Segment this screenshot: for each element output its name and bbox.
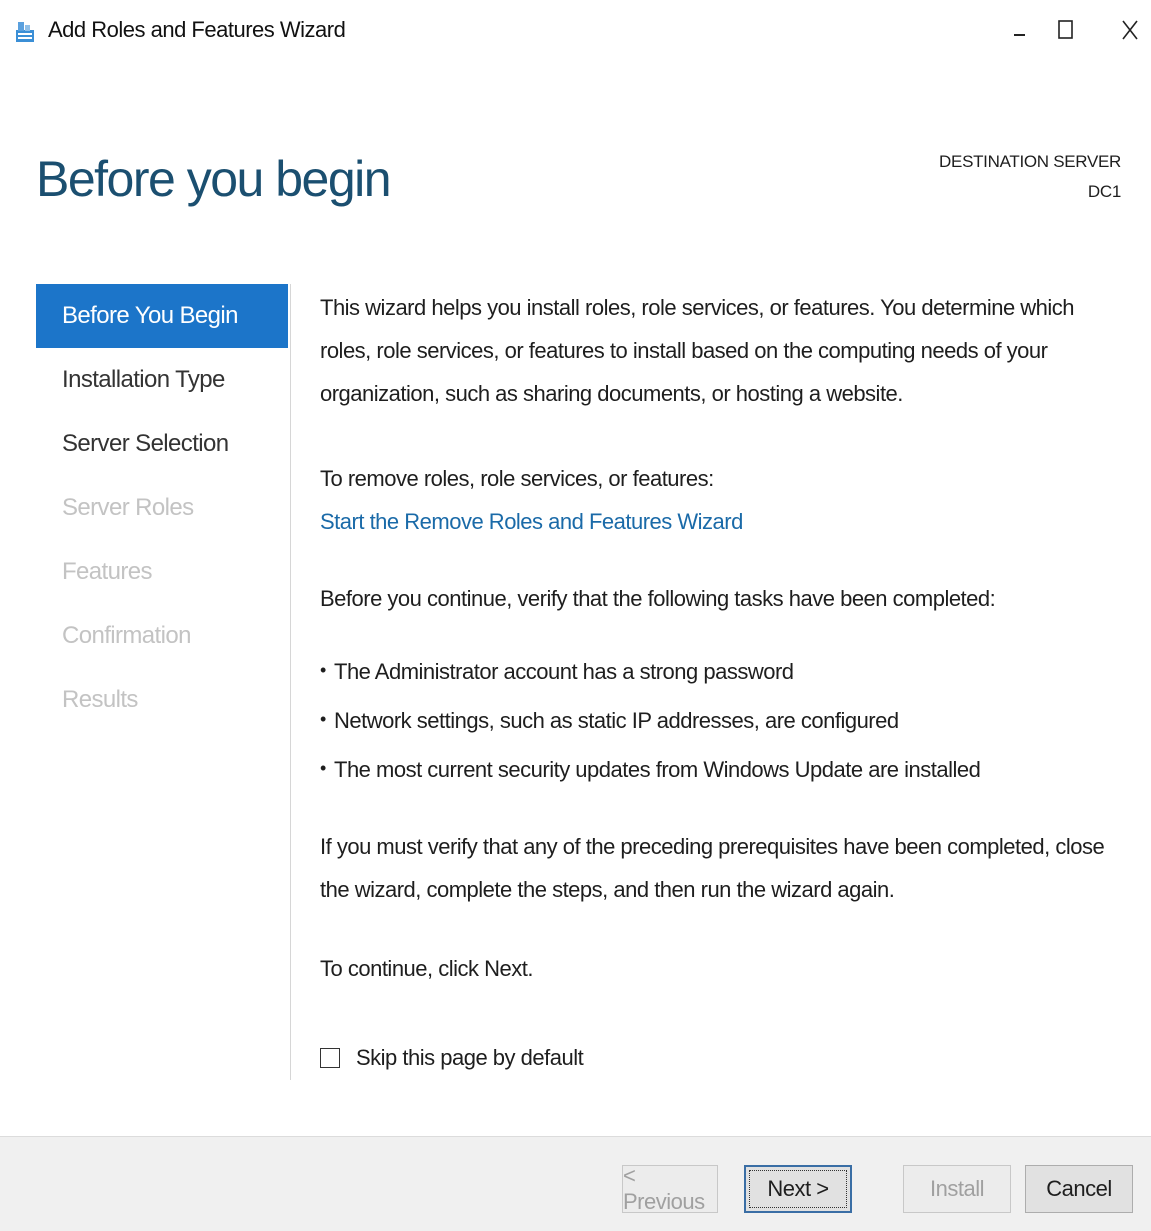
skip-page-label[interactable]: Skip this page by default — [356, 1045, 584, 1071]
maximize-icon — [1058, 20, 1073, 39]
destination-server: DESTINATION SERVER DC1 — [939, 147, 1121, 207]
prerequisite-list: The Administrator account has a strong p… — [320, 646, 1130, 794]
nav-item-before-you-begin[interactable]: Before You Begin — [36, 284, 288, 348]
remove-wizard-link[interactable]: Start the Remove Roles and Features Wiza… — [320, 500, 743, 543]
intro-text: This wizard helps you install roles, rol… — [320, 295, 1075, 406]
title-bar: Add Roles and Features Wizard — [0, 0, 1151, 64]
list-item: The Administrator account has a strong p… — [320, 646, 1130, 696]
minimize-icon — [1014, 34, 1025, 36]
close-button[interactable] — [1110, 10, 1150, 50]
list-item: The most current security updates from W… — [320, 744, 1130, 794]
server-manager-icon — [14, 20, 36, 44]
nav-item-server-selection[interactable]: Server Selection — [36, 412, 288, 476]
next-button[interactable]: Next > — [744, 1165, 852, 1213]
maximize-button[interactable] — [1046, 10, 1086, 50]
destination-label: DESTINATION SERVER — [939, 152, 1121, 171]
nav-item-server-roles: Server Roles — [62, 494, 194, 521]
cancel-button[interactable]: Cancel — [1025, 1165, 1133, 1213]
minimize-button[interactable] — [1000, 10, 1040, 50]
nav-item-confirmation: Confirmation — [62, 622, 191, 649]
skip-page-option[interactable]: Skip this page by default — [320, 1045, 584, 1071]
nav-item-installation-type[interactable]: Installation Type — [36, 348, 288, 412]
nav-item-features: Features — [62, 558, 153, 585]
nav-item-results: Results — [62, 686, 138, 713]
wizard-steps-nav: Before You Begin Installation Type Serve… — [36, 284, 288, 732]
page-title: Before you begin — [36, 151, 392, 207]
previous-button[interactable]: < Previous — [622, 1163, 718, 1214]
list-item: Network settings, such as static IP addr… — [320, 695, 1130, 745]
install-button[interactable]: Install — [903, 1165, 1011, 1213]
destination-value: DC1 — [1087, 182, 1121, 201]
window-title: Add Roles and Features Wizard — [48, 17, 346, 42]
remove-label: To remove roles, role services, or featu… — [320, 466, 714, 491]
wizard-content: This wizard helps you install roles, rol… — [320, 284, 1130, 990]
prereq-note: If you must verify that any of the prece… — [320, 834, 1105, 902]
nav-divider — [290, 284, 291, 1080]
verify-intro: Before you continue, verify that the fol… — [320, 586, 996, 611]
wizard-footer: < Previous Next > Install Cancel — [0, 1136, 1151, 1231]
skip-page-checkbox[interactable] — [320, 1048, 340, 1068]
focus-rectangle — [749, 1170, 847, 1208]
close-icon — [1122, 20, 1138, 40]
continue-note: To continue, click Next. — [320, 956, 533, 981]
